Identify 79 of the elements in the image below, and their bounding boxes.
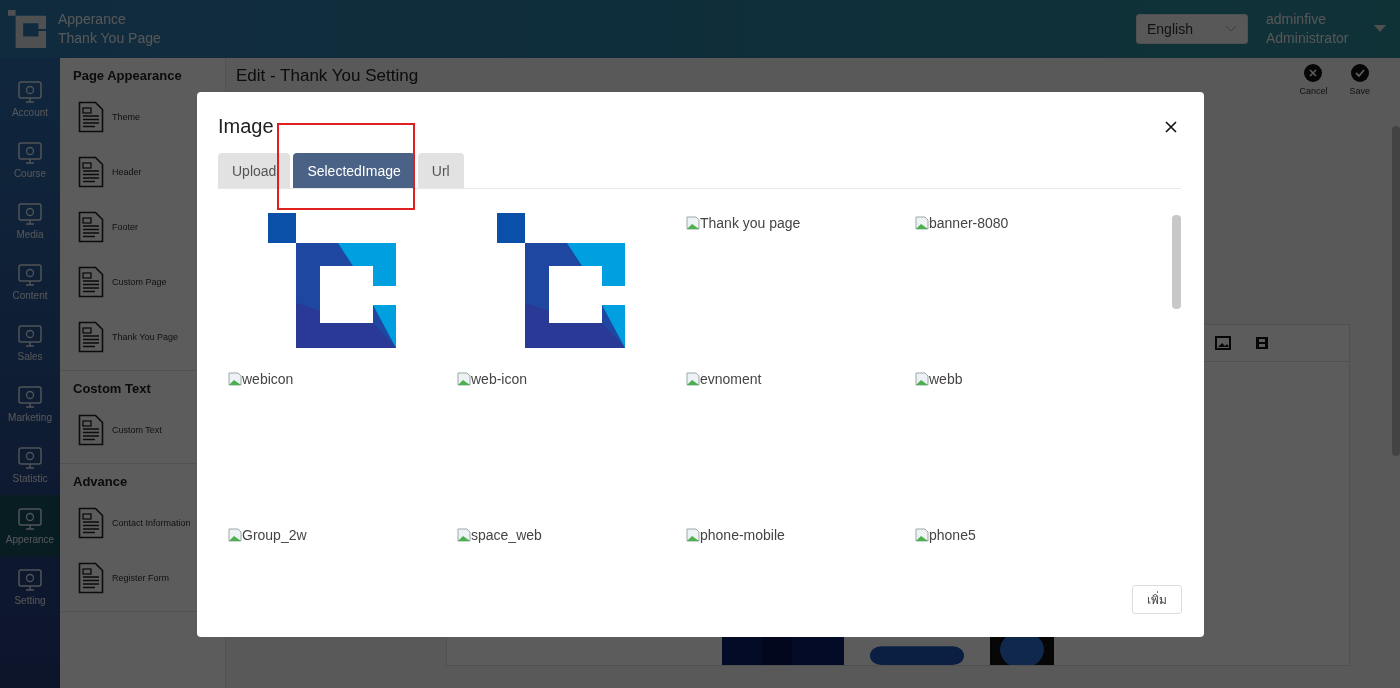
image-alt-text[interactable]: phone-mobile (700, 527, 785, 543)
section-heading: Advance (73, 474, 129, 489)
broken-image-icon (457, 372, 471, 386)
nav-item[interactable]: Setting (0, 556, 60, 617)
scrollbar-thumb[interactable] (1172, 215, 1181, 309)
broken-image-icon (915, 528, 929, 542)
add-button[interactable]: เพิ่ม (1132, 585, 1182, 614)
chevron-icon (1225, 25, 1237, 33)
image-alt-text[interactable]: web-icon (471, 371, 528, 387)
caret-icon[interactable] (1374, 25, 1386, 33)
nav-icon (16, 323, 44, 349)
document-icon (78, 506, 104, 539)
nav-icon (16, 384, 44, 410)
document-icon (78, 561, 104, 594)
sidebar-item[interactable]: Thank You Page (73, 309, 225, 364)
tab[interactable]: SelectedImage (293, 153, 415, 188)
document-icon (78, 210, 104, 243)
document-icon (78, 155, 104, 188)
nav-item[interactable]: Sales (0, 312, 60, 373)
nav-item[interactable]: Account (0, 68, 60, 129)
film-icon[interactable] (1255, 336, 1269, 350)
document-icon (78, 100, 104, 133)
broken-image-icon (686, 372, 700, 386)
image-icon[interactable] (1215, 336, 1231, 350)
logo-icon (8, 10, 46, 48)
action-icon (1350, 64, 1369, 82)
nav-icon (16, 506, 44, 532)
document-icon (78, 413, 104, 446)
nav-icon (16, 445, 44, 471)
sidebar-item[interactable]: Custom Text (73, 402, 225, 457)
sidebar-item[interactable]: Register Form (73, 550, 225, 605)
sidebar-item[interactable]: Custom Page (73, 254, 225, 309)
broken-image-icon (228, 372, 242, 386)
broken-image-icon (457, 528, 471, 542)
nav-item[interactable]: Marketing (0, 373, 60, 434)
action-button[interactable]: Cancel (1299, 64, 1328, 96)
image-alt-text[interactable]: Group_2w (242, 527, 307, 543)
section-heading: Page Appearance (73, 68, 183, 83)
action-button[interactable]: Save (1349, 64, 1370, 96)
document-icon (78, 265, 104, 298)
nav-item[interactable]: Content (0, 251, 60, 312)
broken-image-icon (228, 528, 242, 542)
image-alt-text[interactable]: space_web (471, 527, 542, 543)
close-icon[interactable] (1165, 120, 1177, 133)
logo-image[interactable] (496, 213, 627, 349)
image-alt-text[interactable]: evnoment (700, 371, 762, 387)
nav-icon (16, 140, 44, 166)
user-role: Administrator (1266, 29, 1350, 48)
tab[interactable]: Upload (218, 153, 291, 188)
user-name: adminfive (1266, 10, 1327, 29)
page-title: Thank You Page (58, 29, 161, 48)
nav-item[interactable]: Apperance (0, 495, 60, 556)
broken-image-icon (686, 528, 700, 542)
nav-icon (16, 567, 44, 593)
image-alt-text[interactable]: phone5 (929, 527, 976, 543)
language-select[interactable]: English (1136, 14, 1248, 44)
nav-item[interactable]: Course (0, 129, 60, 190)
broken-image-icon (915, 216, 929, 230)
nav-icon (16, 201, 44, 227)
image-alt-text[interactable]: Thank you page (700, 215, 801, 231)
sidebar-item[interactable]: Footer (73, 199, 225, 254)
sidebar-item[interactable]: Contact Information (73, 495, 225, 550)
document-icon (78, 320, 104, 353)
nav-icon (16, 79, 44, 105)
logo-image[interactable] (267, 213, 398, 349)
editor-title: Edit - Thank You Setting (236, 66, 419, 86)
image-alt-text[interactable]: banner-8080 (929, 215, 1009, 231)
tab[interactable]: Url (417, 153, 464, 188)
image-alt-text[interactable]: webicon (242, 371, 294, 387)
section-heading: Costom Text (73, 381, 152, 396)
broken-image-icon (686, 216, 700, 230)
section-title: Apperance (58, 10, 127, 29)
nav-item[interactable]: Statistic (0, 434, 60, 495)
nav-item[interactable]: Media (0, 190, 60, 251)
action-icon (1304, 64, 1323, 82)
dialog-title: Image (218, 115, 274, 138)
broken-image-icon (915, 372, 929, 386)
nav-icon (16, 262, 44, 288)
image-alt-text[interactable]: webb (929, 371, 963, 387)
